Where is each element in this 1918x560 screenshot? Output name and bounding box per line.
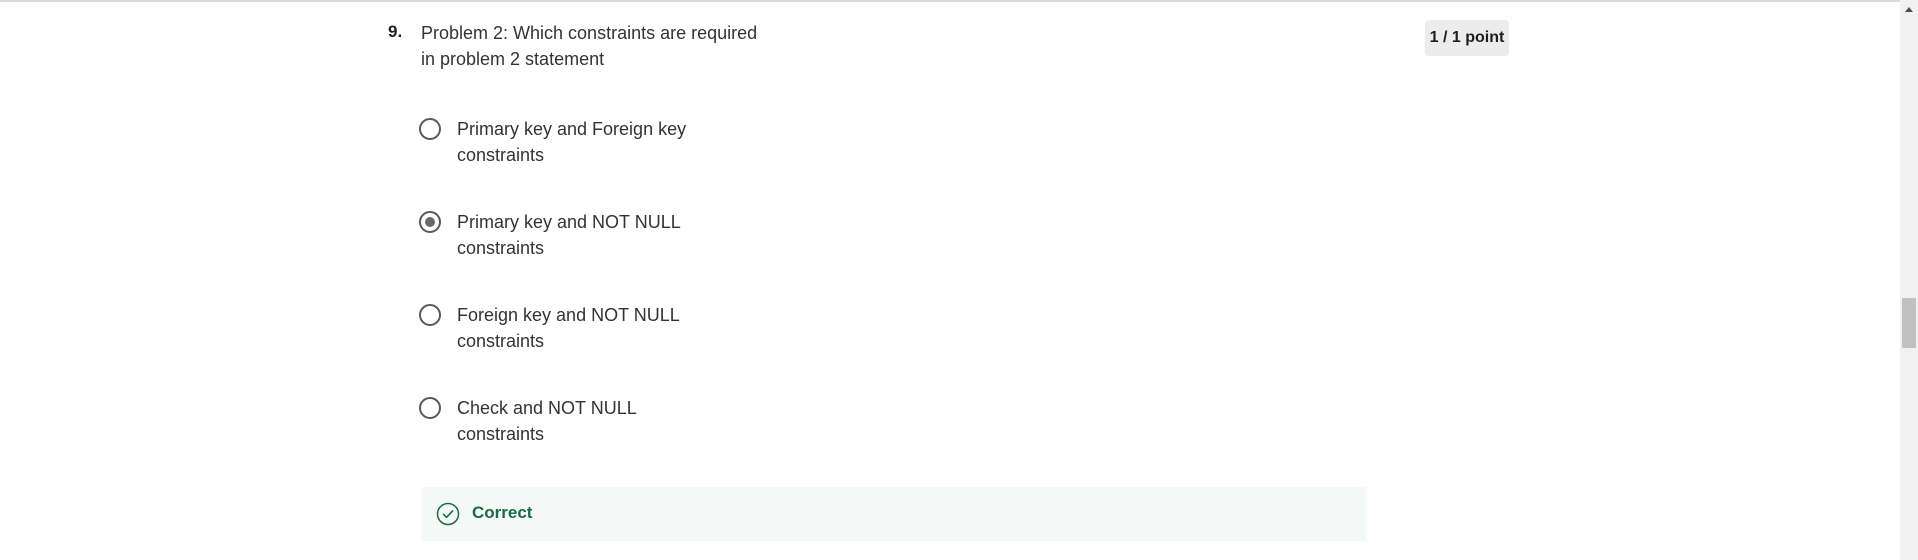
top-divider [0, 0, 1900, 2]
question-number: 9. [388, 22, 403, 41]
answer-option-4[interactable]: Check and NOT NULL constraints [419, 395, 819, 455]
question-text: Problem 2: Which constraints are require… [421, 23, 758, 69]
scrollbar-thumb[interactable] [1902, 298, 1916, 348]
radio-button-icon[interactable] [419, 118, 441, 140]
feedback-panel: Correct [421, 487, 1366, 541]
check-circle-icon [436, 502, 460, 526]
answer-option-label: Primary key and NOT NULL constraints [457, 212, 681, 258]
quiz-page: 9. Problem 2: Which constraints are requ… [0, 0, 1918, 560]
points-badge: 1 / 1 point [1425, 20, 1509, 56]
answer-option-1[interactable]: Primary key and Foreign key constraints [419, 116, 819, 176]
radio-button-selected-icon[interactable] [419, 211, 441, 233]
answer-option-label: Check and NOT NULL constraints [457, 398, 637, 444]
vertical-scrollbar[interactable] [1900, 0, 1918, 560]
answer-option-label: Foreign key and NOT NULL constraints [457, 305, 680, 351]
radio-button-icon[interactable] [419, 397, 441, 419]
answer-option-3[interactable]: Foreign key and NOT NULL constraints [419, 302, 819, 362]
answer-option-2[interactable]: Primary key and NOT NULL constraints [419, 209, 819, 269]
feedback-status: Correct [472, 503, 533, 522]
radio-button-icon[interactable] [419, 304, 441, 326]
answer-option-label: Primary key and Foreign key constraints [457, 119, 687, 165]
scroll-up-arrow-icon[interactable] [1905, 7, 1913, 12]
